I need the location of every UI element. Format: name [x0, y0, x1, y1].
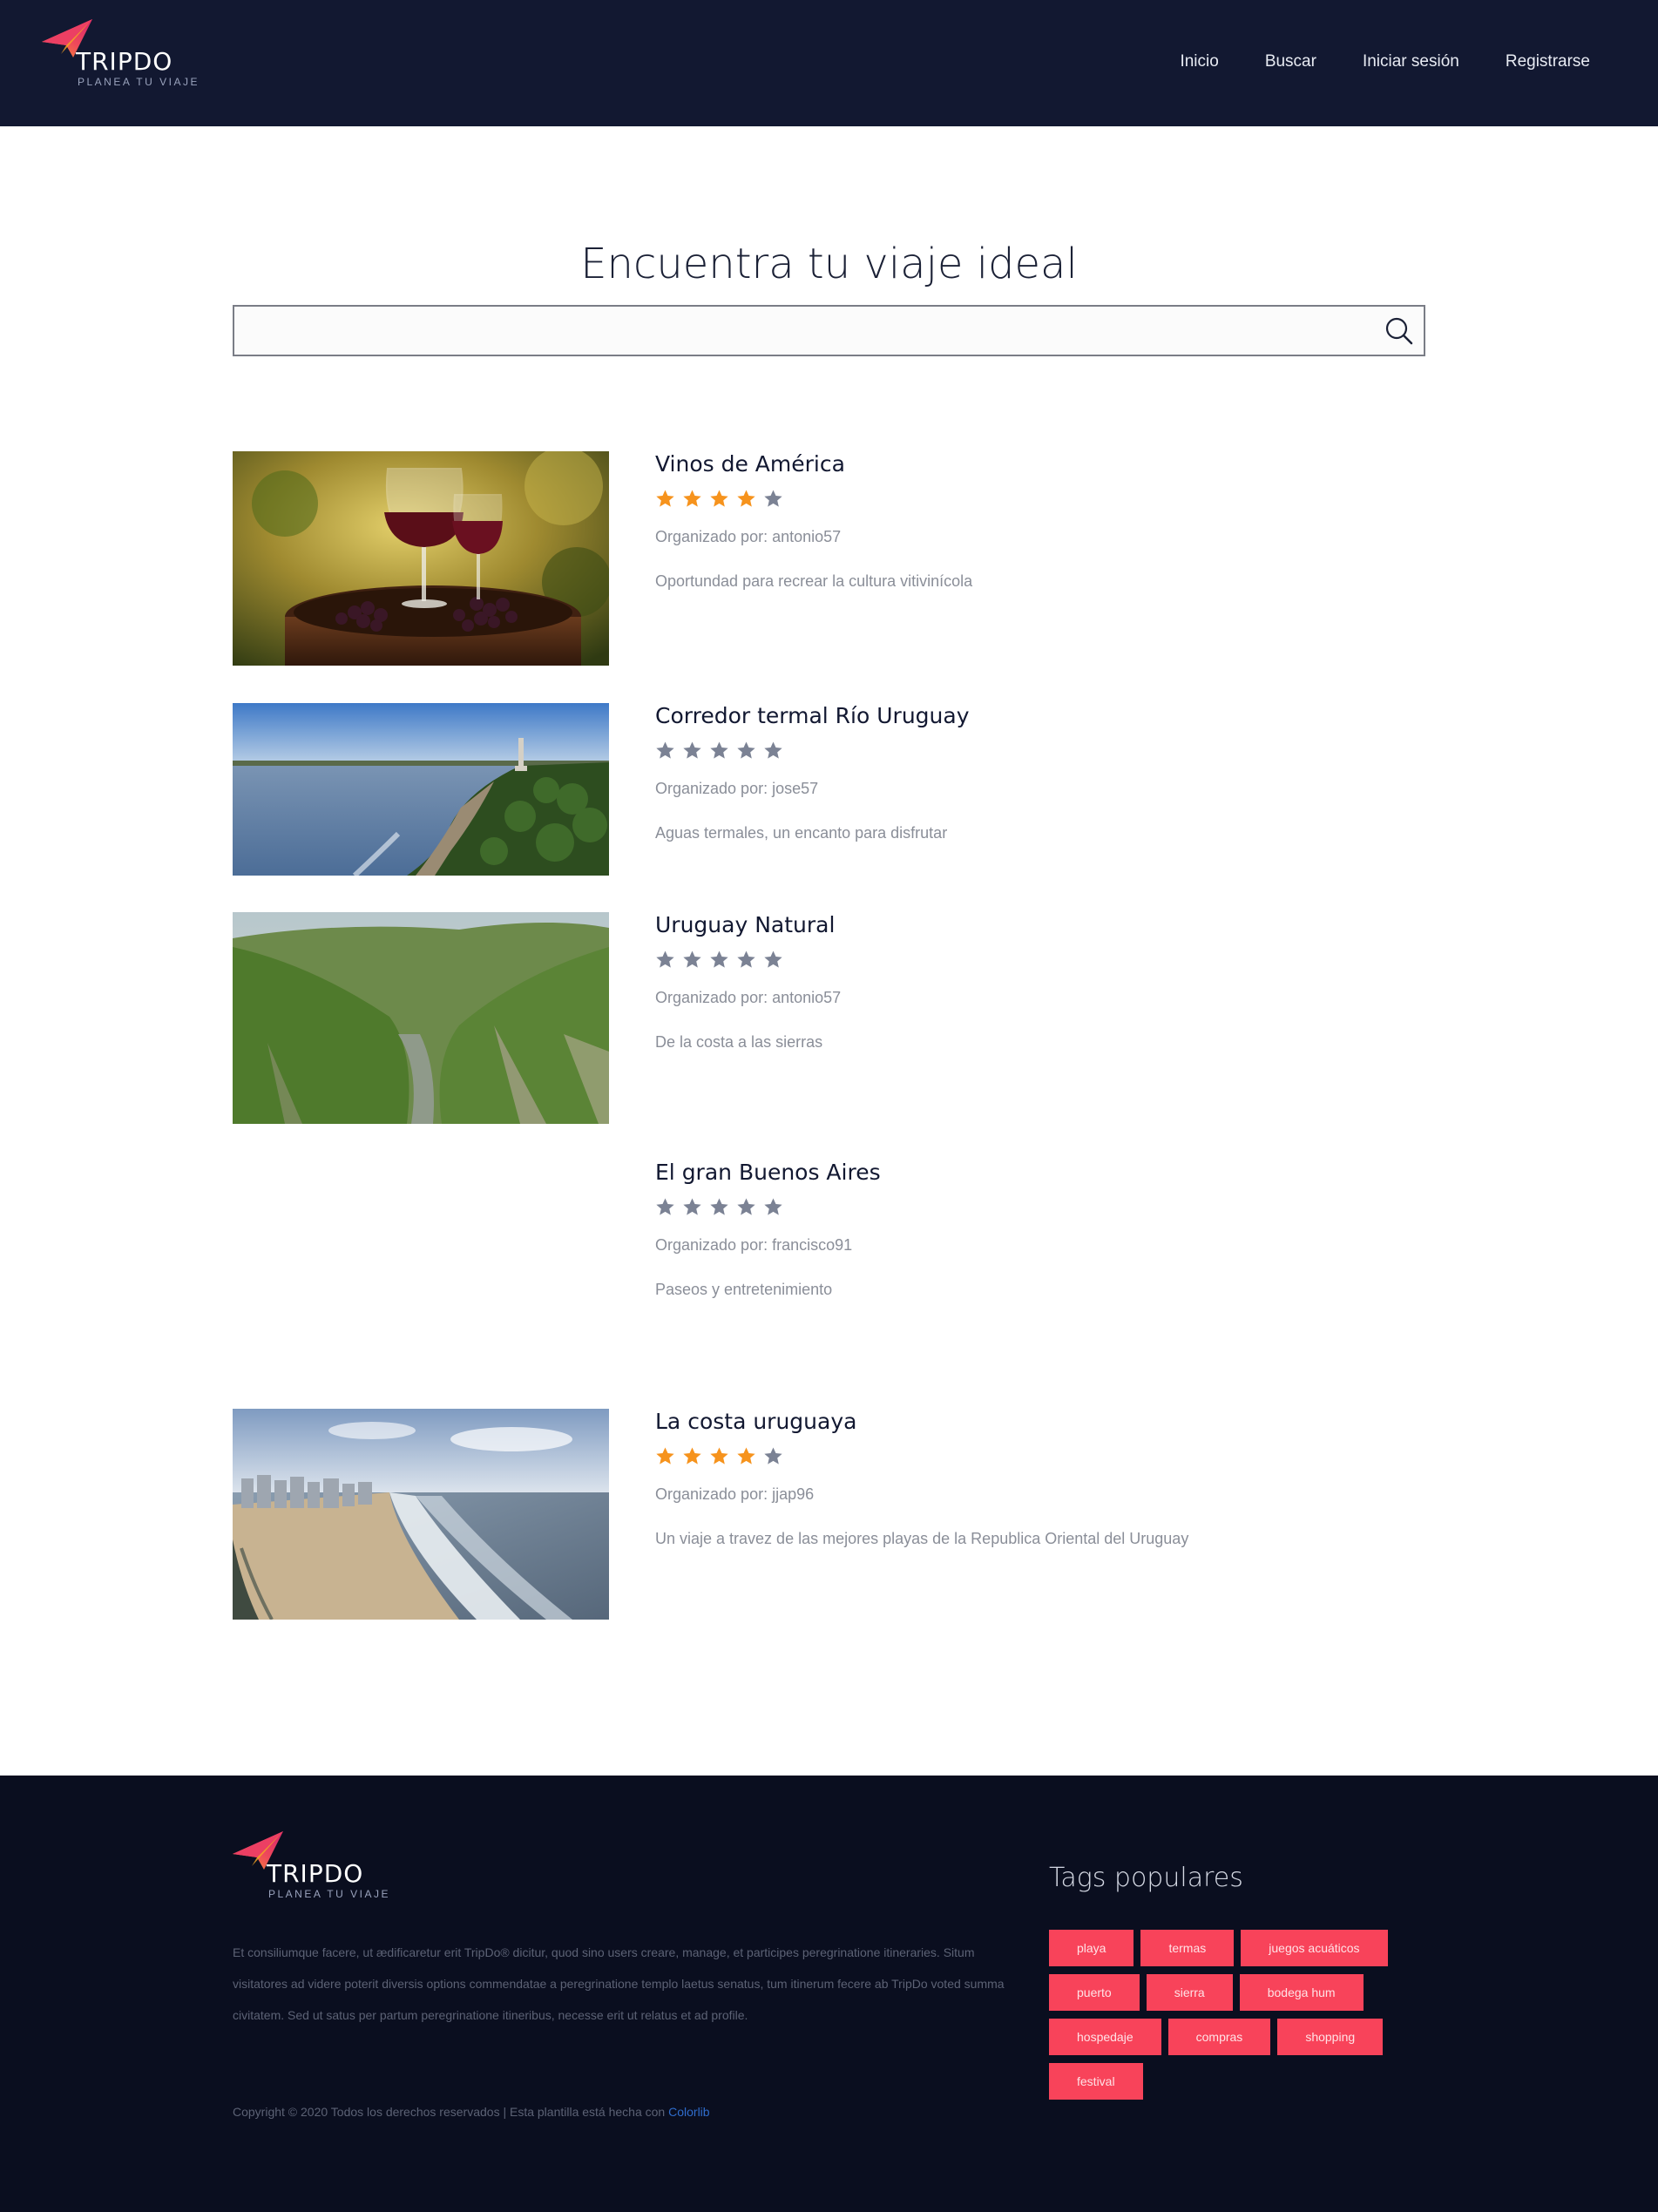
popular-tags: playa termas juegos acuáticos puerto sie…	[1049, 1930, 1415, 2100]
trip-organizer: Organizado por: francisco91	[655, 1236, 853, 1254]
trip-info: Uruguay Natural Organizado por: antonio5…	[655, 912, 1422, 1052]
star-rating	[655, 1197, 1422, 1218]
trip-info: El gran Buenos Aires Organizado por: fra…	[655, 1160, 1422, 1299]
star-filled-icon	[710, 1447, 728, 1465]
site-footer: TRIPDO PLANEA TU VIAJE Et consiliumque f…	[0, 1776, 1658, 2212]
trip-title[interactable]: El gran Buenos Aires	[655, 1160, 1422, 1185]
trip-organizer: Organizado por: jjap96	[655, 1485, 815, 1503]
trip-description: Oportundad para recrear la cultura vitiv…	[655, 572, 973, 590]
trip-info: La costa uruguaya Organizado por: jjap96…	[655, 1409, 1422, 1548]
star-empty-icon	[737, 950, 755, 968]
tag-puerto[interactable]: puerto	[1049, 1974, 1140, 2011]
about-text: Et consiliumque facere, ut ædificaretur …	[233, 1945, 1005, 2022]
trip-image-wine[interactable]	[233, 451, 609, 666]
trip-info: Vinos de América Organizado por: antonio…	[655, 451, 1422, 591]
trip-description: Paseos y entretenimiento	[655, 1281, 833, 1298]
trip-image-placeholder[interactable]	[233, 1160, 609, 1334]
tag-compras[interactable]: compras	[1167, 2019, 1271, 2055]
star-empty-icon	[656, 1198, 674, 1215]
star-empty-icon	[764, 950, 782, 968]
star-empty-icon	[683, 741, 701, 759]
star-rating	[655, 950, 1422, 971]
star-empty-icon	[710, 950, 728, 968]
tag-shopping[interactable]: shopping	[1277, 2019, 1384, 2055]
star-empty-icon	[737, 741, 755, 759]
tag-festival[interactable]: festival	[1049, 2063, 1143, 2100]
page-title: Encuentra tu viaje ideal	[580, 240, 1078, 288]
tags-title: Tags populares	[1049, 1863, 1243, 1893]
trip-title[interactable]: Vinos de América	[655, 451, 1422, 477]
colorlib-link[interactable]: Colorlib	[668, 2105, 709, 2119]
trip-organizer: Organizado por: antonio57	[655, 989, 842, 1006]
trip-card[interactable]: Corredor termal Río Uruguay Organizado p…	[233, 703, 1425, 876]
star-empty-icon	[764, 741, 782, 759]
search-icon[interactable]	[1384, 315, 1415, 347]
star-empty-icon	[683, 1198, 701, 1215]
trip-organizer: Organizado por: antonio57	[655, 528, 842, 545]
trip-card[interactable]: Vinos de América Organizado por: antonio…	[233, 451, 1425, 667]
star-empty-icon	[764, 1447, 782, 1465]
trip-title[interactable]: La costa uruguaya	[655, 1409, 1422, 1434]
wine-glasses-photo	[233, 451, 609, 666]
copyright: Copyright © 2020 Todos los derechos rese…	[233, 2105, 710, 2119]
trip-description: Un viaje a travez de las mejores playas …	[655, 1530, 1189, 1547]
search-box	[233, 305, 1425, 356]
trip-title[interactable]: Corredor termal Río Uruguay	[655, 703, 1422, 728]
trip-image-beach[interactable]	[233, 1409, 609, 1620]
tag-termas[interactable]: termas	[1140, 1930, 1235, 1966]
star-empty-icon	[683, 950, 701, 968]
brand-tagline: PLANEA TU VIAJE	[268, 1888, 390, 1900]
copyright-text: Copyright © 2020 Todos los derechos rese…	[233, 2105, 669, 2119]
nav-buscar[interactable]: Buscar	[1265, 52, 1316, 71]
star-rating	[655, 1446, 1422, 1467]
star-filled-icon	[683, 1447, 701, 1465]
star-filled-icon	[737, 490, 755, 507]
site-header: TRIPDO PLANEA TU VIAJE Inicio Buscar Ini…	[0, 0, 1658, 126]
star-filled-icon	[683, 490, 701, 507]
brand-name: TRIPDO	[76, 47, 173, 76]
tag-bodega-hum[interactable]: bodega hum	[1239, 1974, 1364, 2011]
trip-organizer: Organizado por: jose57	[655, 780, 819, 797]
star-filled-icon	[656, 1447, 674, 1465]
star-empty-icon	[656, 741, 674, 759]
main-nav: Inicio Buscar Iniciar sesión Registrarse	[1134, 52, 1590, 71]
trip-card[interactable]: El gran Buenos Aires Organizado por: fra…	[233, 1160, 1425, 1334]
star-rating	[655, 489, 1422, 510]
brand-name: TRIPDO	[267, 1859, 364, 1888]
star-filled-icon	[656, 490, 674, 507]
tag-playa[interactable]: playa	[1049, 1930, 1134, 1966]
logo[interactable]: TRIPDO PLANEA TU VIAJE	[42, 17, 216, 96]
star-empty-icon	[764, 490, 782, 507]
tag-hospedaje[interactable]: hospedaje	[1049, 2019, 1161, 2055]
star-filled-icon	[710, 490, 728, 507]
tag-sierra[interactable]: sierra	[1146, 1974, 1233, 2011]
star-empty-icon	[710, 741, 728, 759]
river-aerial-photo	[233, 703, 609, 876]
trip-image-river[interactable]	[233, 703, 609, 876]
nav-iniciar-sesion[interactable]: Iniciar sesión	[1363, 52, 1459, 71]
star-empty-icon	[764, 1198, 782, 1215]
trip-info: Corredor termal Río Uruguay Organizado p…	[655, 703, 1422, 842]
green-valley-photo	[233, 912, 609, 1124]
footer-logo[interactable]: TRIPDO PLANEA TU VIAJE	[233, 1830, 407, 1908]
star-empty-icon	[656, 950, 674, 968]
tag-juegos-acuaticos[interactable]: juegos acuáticos	[1241, 1930, 1388, 1966]
star-filled-icon	[737, 1447, 755, 1465]
star-empty-icon	[710, 1198, 728, 1215]
trip-image-valley[interactable]	[233, 912, 609, 1124]
trip-card[interactable]: La costa uruguaya Organizado por: jjap96…	[233, 1409, 1425, 1620]
nav-inicio[interactable]: Inicio	[1180, 52, 1218, 71]
star-rating	[655, 741, 1422, 761]
star-empty-icon	[737, 1198, 755, 1215]
search-input[interactable]	[234, 307, 1424, 355]
trip-title[interactable]: Uruguay Natural	[655, 912, 1422, 937]
trip-description: Aguas termales, un encanto para disfruta…	[655, 824, 948, 842]
beach-coast-photo	[233, 1409, 609, 1620]
trip-card[interactable]: Uruguay Natural Organizado por: antonio5…	[233, 912, 1425, 1124]
nav-registrarse[interactable]: Registrarse	[1506, 52, 1590, 71]
brand-tagline: PLANEA TU VIAJE	[78, 76, 200, 88]
trip-description: De la costa a las sierras	[655, 1033, 823, 1051]
